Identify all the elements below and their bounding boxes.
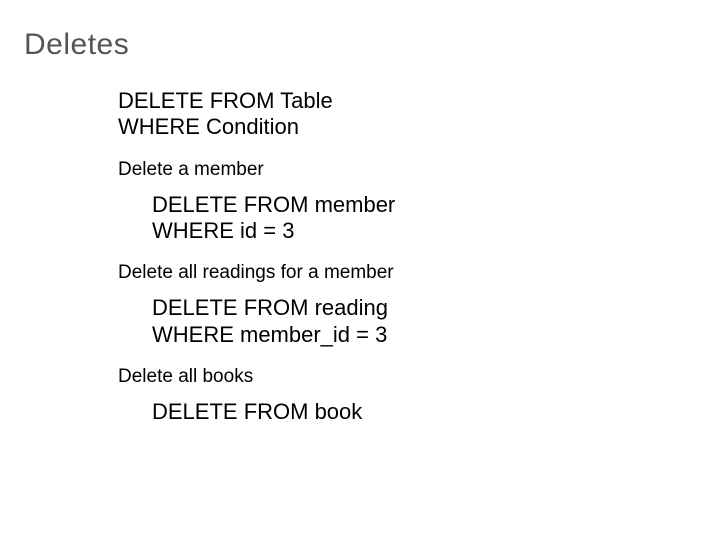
slide-content: DELETE FROM Table WHERE Condition Delete… xyxy=(118,88,395,443)
syntax-line-1: DELETE FROM Table xyxy=(118,88,395,114)
slide: Deletes DELETE FROM Table WHERE Conditio… xyxy=(0,0,720,540)
section-label: Delete a member xyxy=(118,159,395,182)
syntax-line-2: WHERE Condition xyxy=(118,114,395,140)
syntax-block: DELETE FROM Table WHERE Condition xyxy=(118,88,395,141)
code-line-1: DELETE FROM member xyxy=(152,192,395,218)
code-block: DELETE FROM member WHERE id = 3 xyxy=(152,192,395,245)
code-line-1: DELETE FROM book xyxy=(152,399,395,425)
section-label: Delete all readings for a member xyxy=(118,262,395,285)
code-line-1: DELETE FROM reading xyxy=(152,295,395,321)
code-block: DELETE FROM reading WHERE member_id = 3 xyxy=(152,295,395,348)
code-line-2: WHERE member_id = 3 xyxy=(152,322,395,348)
code-line-2: WHERE id = 3 xyxy=(152,218,395,244)
code-block: DELETE FROM book xyxy=(152,399,395,425)
section-label: Delete all books xyxy=(118,366,395,389)
slide-title: Deletes xyxy=(24,28,129,62)
